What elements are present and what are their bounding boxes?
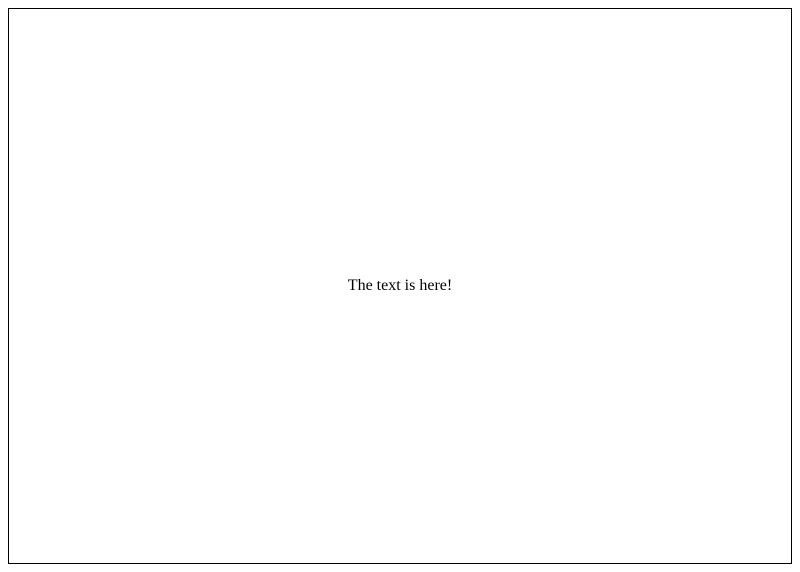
centered-message: The text is here! (348, 277, 452, 295)
bordered-container: The text is here! (8, 8, 792, 564)
